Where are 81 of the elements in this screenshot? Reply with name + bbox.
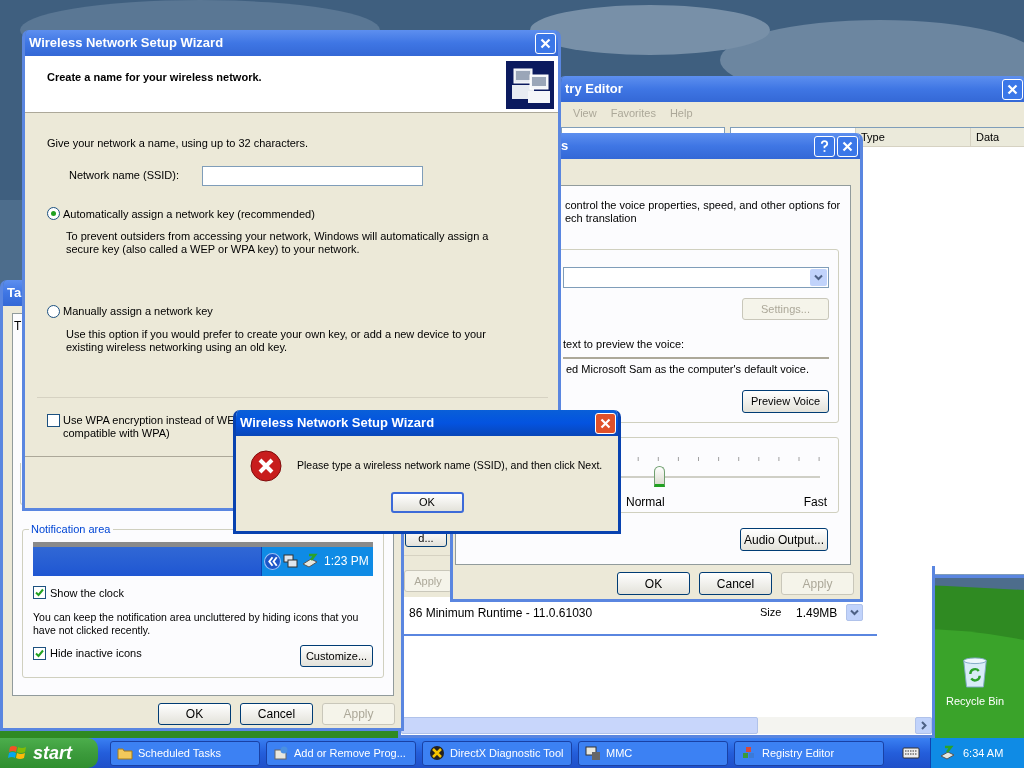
device-icon[interactable] (301, 553, 319, 569)
network-computers-icon (506, 61, 554, 109)
caret-icon (850, 608, 859, 617)
checkbox-label[interactable]: Hide inactive icons (50, 644, 142, 662)
window-title: Wireless Network Setup Wizard (239, 414, 435, 433)
close-icon (540, 37, 551, 49)
program-name[interactable]: 86 Minimum Runtime - 11.0.61030 (409, 604, 593, 622)
ok-button[interactable]: OK (390, 492, 464, 513)
description-text: control the voice properties, speed, and other options for ech translation (564, 198, 842, 225)
audio-output-button[interactable]: Audio Output... (740, 528, 828, 551)
start-button[interactable]: start (0, 738, 98, 768)
size-value: 1.49MB (796, 605, 839, 622)
device-icon[interactable] (939, 745, 955, 761)
close-button[interactable] (595, 412, 616, 434)
taskbar-button[interactable]: DirectX Diagnostic Tool (422, 740, 572, 766)
taskbar-button[interactable]: MMC (578, 740, 728, 766)
scroll-thumb[interactable] (401, 717, 758, 734)
x-circle-icon (429, 745, 445, 761)
checkbox[interactable] (33, 586, 46, 600)
cancel-button[interactable]: Cancel (699, 572, 772, 595)
help-button[interactable] (814, 135, 835, 157)
group-label: Notification area (30, 522, 112, 537)
wizard-heading: Create a name for your wireless network. (47, 70, 262, 85)
taskbar-button[interactable]: Registry Editor (734, 740, 884, 766)
taskbar-button[interactable]: Add or Remove Prog... (266, 740, 416, 766)
size-label: Size (760, 605, 783, 620)
chevron-icon[interactable] (264, 552, 281, 570)
radio-button[interactable] (47, 207, 60, 221)
note-text: You can keep the notification area uncluttered by hiding icons that you have not clicked recently. (33, 611, 360, 637)
close-icon (842, 140, 853, 152)
cubes-icon (741, 745, 757, 761)
checkbox[interactable] (47, 413, 60, 427)
horizontal-scrollbar[interactable] (401, 717, 932, 734)
speed-label: Fast (803, 494, 827, 511)
caret-icon (814, 273, 823, 282)
clock-text: 1:23 PM (324, 553, 369, 570)
network-icon[interactable] (283, 553, 299, 569)
question-mark-icon (820, 139, 829, 153)
window-title: try Editor (564, 80, 623, 99)
keyboard-icon[interactable] (902, 746, 920, 760)
column-header[interactable]: Data (971, 128, 1024, 146)
scroll-right-button[interactable] (915, 717, 932, 734)
preview-text-field[interactable]: ed Microsoft Sam as the computer's default voice. (563, 356, 829, 376)
cancel-button[interactable]: Cancel (240, 703, 313, 725)
error-message: Please type a wireless network name (SSID), and then click Next. (297, 458, 603, 474)
close-icon (1007, 83, 1018, 95)
voice-dropdown[interactable] (563, 267, 829, 288)
tab-page-text: T (14, 318, 22, 335)
close-button[interactable] (837, 135, 858, 157)
close-button[interactable] (535, 32, 556, 54)
slider-thumb[interactable] (653, 466, 665, 487)
preview-label: text to preview the voice: (563, 337, 686, 352)
preview-voice-button[interactable]: Preview Voice (742, 389, 829, 413)
option-description: To prevent outsiders from accessing your network, Windows will automatically assign a secure key (also called a WEP or WPA key) to your network. (66, 230, 490, 256)
taskbar-button[interactable]: Scheduled Tasks (110, 740, 260, 766)
error-icon (249, 449, 283, 483)
radio-label[interactable]: Manually assign a network key (63, 303, 213, 320)
computer-icon (585, 745, 601, 761)
intro-text: Give your network a name, using up to 32 characters. (47, 136, 310, 151)
expand-button[interactable] (846, 604, 863, 621)
checkbox[interactable] (33, 646, 46, 660)
checkbox-label[interactable]: Show the clock (50, 584, 124, 601)
ssid-field[interactable] (202, 165, 424, 186)
field-label: Network name (SSID): (69, 168, 180, 184)
box-icon (273, 745, 289, 761)
close-icon (600, 417, 611, 429)
window-title: s (560, 137, 569, 156)
radio-button[interactable] (47, 304, 60, 318)
ok-button[interactable]: OK (617, 572, 690, 595)
close-button[interactable] (1002, 78, 1023, 100)
speed-label: Normal (626, 494, 665, 511)
customize-button[interactable]: Customize... (300, 645, 373, 667)
folder-icon (117, 745, 133, 761)
radio-label[interactable]: Automatically assign a network key (recommended) (63, 205, 315, 222)
window-title: Wireless Network Setup Wizard (28, 34, 224, 53)
column-header[interactable]: Type (856, 128, 971, 146)
window-title: Ta (6, 284, 22, 303)
option-description: Use this option if you would prefer to create your own key, or add a new device to your existing wireless networking using an old key. (66, 327, 487, 354)
ok-button[interactable]: OK (158, 703, 231, 725)
clock-text: 6:34 AM (963, 745, 1004, 761)
arrow-right-icon (919, 721, 928, 730)
